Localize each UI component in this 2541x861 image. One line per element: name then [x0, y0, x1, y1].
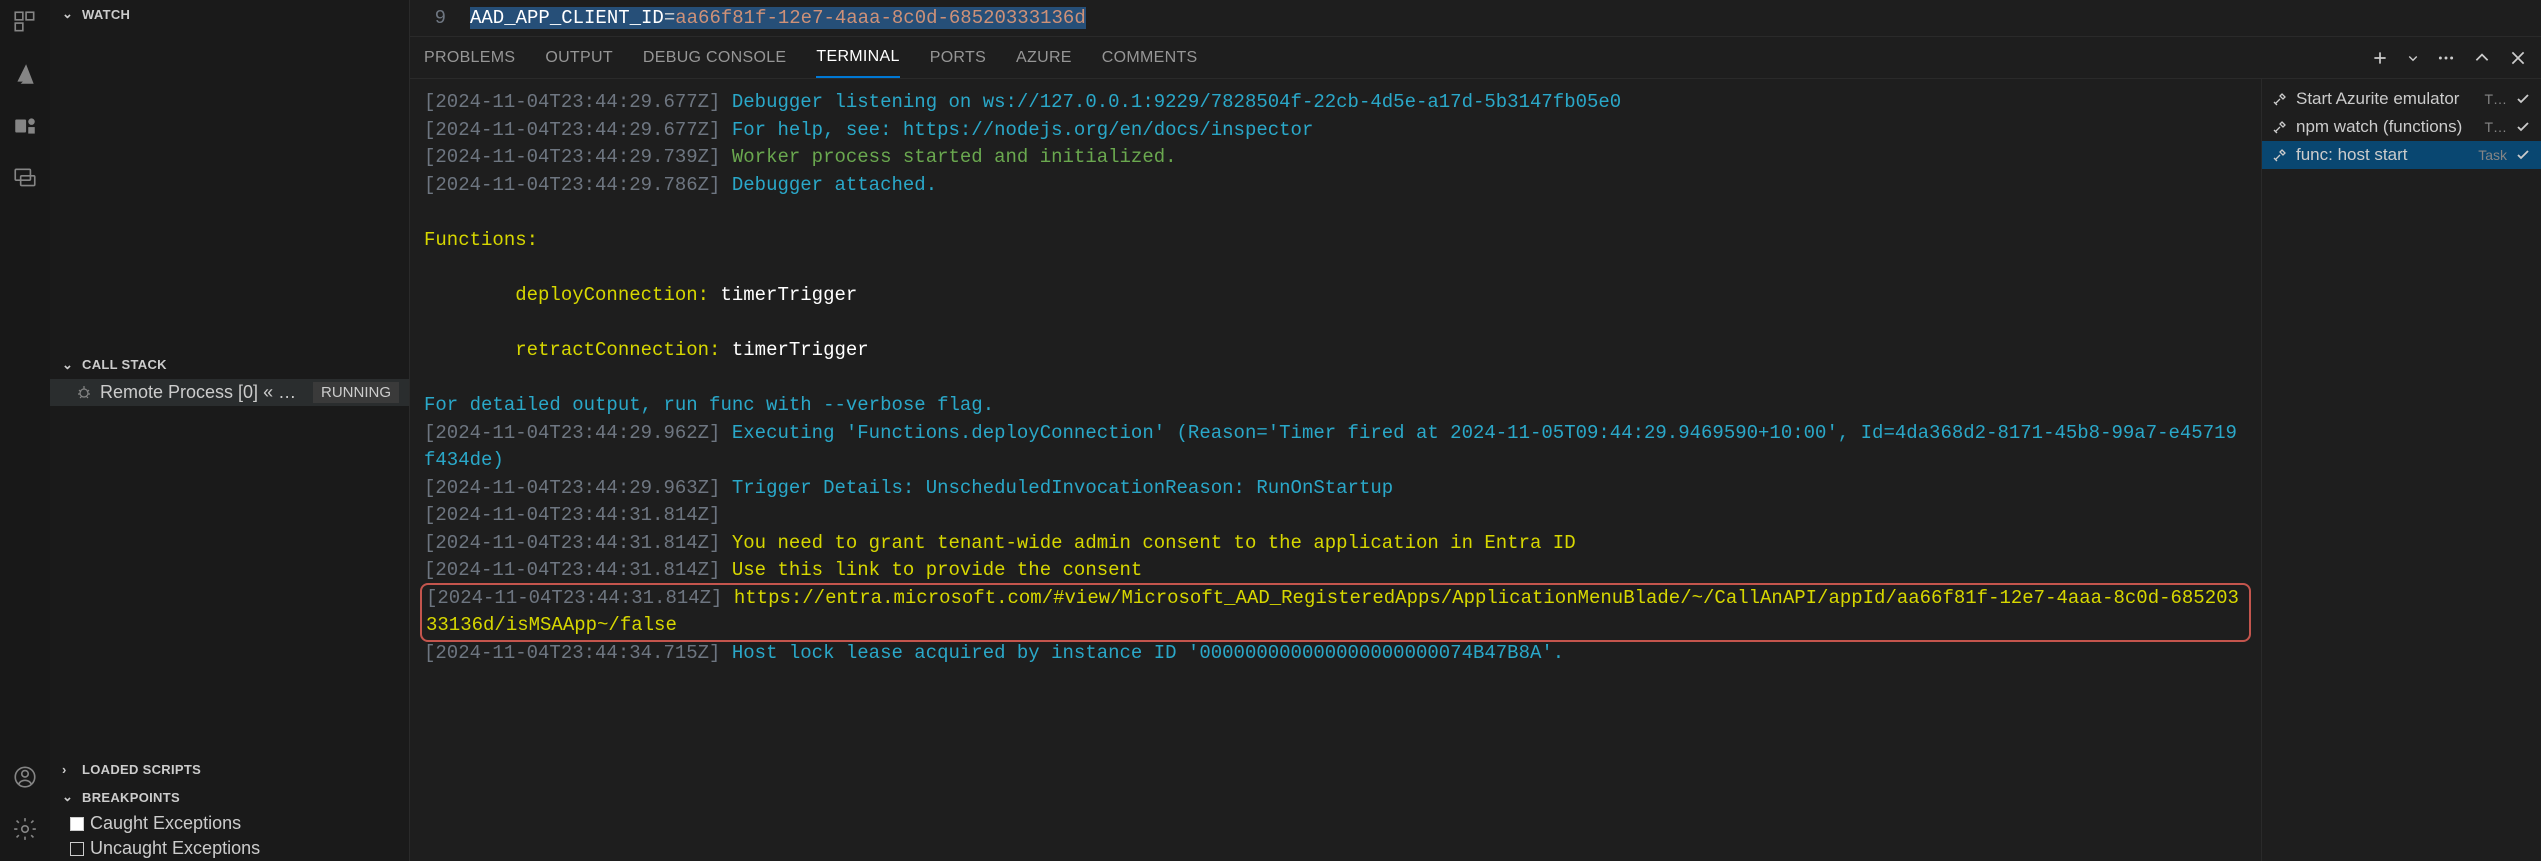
main-area: 9 AAD_APP_CLIENT_ID=aa66f81f-12e7-4aaa-8…: [410, 0, 2541, 861]
chevron-down-icon: ⌄: [62, 789, 76, 805]
line-number: 9: [430, 7, 470, 29]
bp-uncaught-exceptions[interactable]: Uncaught Exceptions: [50, 836, 409, 861]
tab-comments[interactable]: COMMENTS: [1102, 39, 1198, 77]
code-op: =: [664, 7, 675, 29]
tab-ports[interactable]: PORTS: [930, 39, 986, 77]
callstack-status: RUNNING: [313, 382, 399, 403]
tab-problems[interactable]: PROBLEMS: [424, 39, 515, 77]
tools-icon: [2272, 119, 2288, 135]
debug-sidebar: ⌄ WATCH ⌄ CALL STACK Remote Process [0] …: [50, 0, 410, 861]
task-type: T…: [2484, 119, 2507, 135]
tab-output[interactable]: OUTPUT: [545, 39, 613, 77]
check-icon: [2515, 91, 2531, 107]
chevron-right-icon: ›: [62, 762, 76, 777]
editor-line[interactable]: 9 AAD_APP_CLIENT_ID=aa66f81f-12e7-4aaa-8…: [410, 0, 2541, 36]
accounts-icon[interactable]: [11, 763, 39, 791]
chat-icon[interactable]: [11, 164, 39, 192]
teams-icon[interactable]: [11, 112, 39, 140]
chevron-down-icon: ⌄: [62, 6, 76, 22]
check-icon: [2515, 147, 2531, 163]
code-val: aa66f81f-12e7-4aaa-8c0d-68520333136d: [675, 7, 1085, 29]
breakpoints-header[interactable]: ⌄ BREAKPOINTS: [50, 783, 409, 811]
code-var: AAD_APP_CLIENT_ID: [470, 7, 664, 29]
watch-section-header[interactable]: ⌄ WATCH: [50, 0, 409, 28]
checkbox-unchecked-icon[interactable]: [70, 842, 84, 856]
settings-gear-icon[interactable]: [11, 815, 39, 843]
watch-title: WATCH: [82, 7, 130, 22]
activity-bar: [0, 0, 50, 861]
breakpoints-title: BREAKPOINTS: [82, 790, 180, 805]
checkbox-checked-icon[interactable]: [70, 817, 84, 831]
close-panel-icon[interactable]: [2509, 49, 2527, 67]
bp-uncaught-label: Uncaught Exceptions: [90, 838, 260, 859]
task-type: T…: [2484, 91, 2507, 107]
callstack-title: CALL STACK: [82, 357, 167, 372]
chevron-down-icon[interactable]: [2407, 52, 2419, 64]
callstack-item[interactable]: Remote Process [0] « … RUNNING: [50, 379, 409, 406]
task-label: Start Azurite emulator: [2296, 89, 2476, 109]
tab-terminal[interactable]: TERMINAL: [816, 38, 899, 78]
tab-azure[interactable]: AZURE: [1016, 39, 1072, 77]
loaded-scripts-title: LOADED SCRIPTS: [82, 762, 201, 777]
task-func-host[interactable]: func: host start Task: [2262, 141, 2541, 169]
panel-tabs: PROBLEMS OUTPUT DEBUG CONSOLE TERMINAL P…: [410, 37, 2541, 79]
callstack-section-header[interactable]: ⌄ CALL STACK: [50, 351, 409, 379]
chevron-down-icon: ⌄: [62, 357, 76, 373]
task-label: npm watch (functions): [2296, 117, 2476, 137]
tab-debug-console[interactable]: DEBUG CONSOLE: [643, 39, 787, 77]
bp-caught-exceptions[interactable]: Caught Exceptions: [50, 811, 409, 836]
terminal-output[interactable]: [2024-11-04T23:44:29.677Z] Debugger list…: [410, 79, 2261, 861]
new-terminal-icon[interactable]: [2371, 49, 2389, 67]
task-azurite[interactable]: Start Azurite emulator T…: [2262, 85, 2541, 113]
tools-icon: [2272, 147, 2288, 163]
azure-icon[interactable]: [11, 60, 39, 88]
more-icon[interactable]: [2437, 49, 2455, 67]
bp-caught-label: Caught Exceptions: [90, 813, 241, 834]
task-type: Task: [2478, 147, 2507, 163]
task-label: func: host start: [2296, 145, 2470, 165]
tools-icon: [2272, 91, 2288, 107]
extensions-icon[interactable]: [11, 8, 39, 36]
task-npm-watch[interactable]: npm watch (functions) T…: [2262, 113, 2541, 141]
loaded-scripts-header[interactable]: › LOADED SCRIPTS: [50, 756, 409, 783]
check-icon: [2515, 119, 2531, 135]
maximize-panel-icon[interactable]: [2473, 49, 2491, 67]
bug-icon: [76, 384, 92, 400]
terminal-task-list: Start Azurite emulator T… npm watch (fun…: [2261, 79, 2541, 861]
callstack-label: Remote Process [0] « …: [100, 382, 305, 403]
highlighted-consent-link: [2024-11-04T23:44:31.814Z] https://entra…: [420, 583, 2251, 642]
